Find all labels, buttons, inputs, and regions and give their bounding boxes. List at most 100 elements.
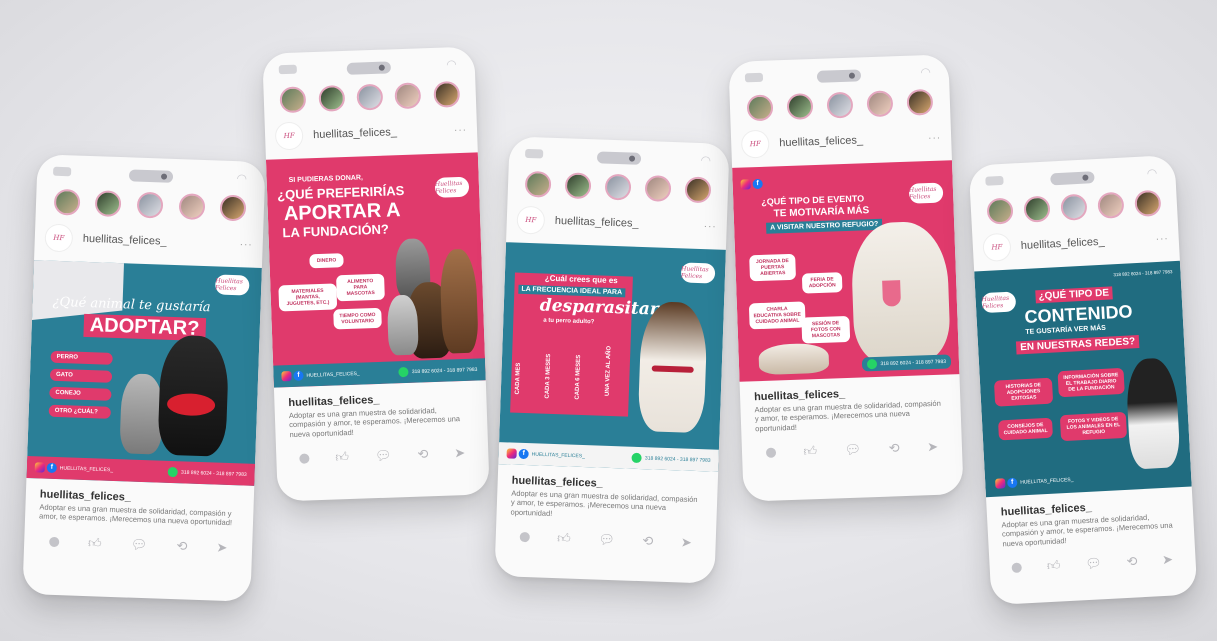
option-bubble: FERIA DE ADOPCIÓN xyxy=(801,272,843,294)
story-avatar[interactable] xyxy=(279,86,307,114)
post-header: HF huellitas_felices_ ··· xyxy=(506,204,727,242)
send-icon[interactable]: ➤ xyxy=(216,539,227,555)
camera-notch xyxy=(596,151,642,165)
profile-avatar[interactable]: HF xyxy=(740,129,770,159)
story-avatar[interactable] xyxy=(1097,191,1125,219)
story-avatar[interactable] xyxy=(1023,195,1051,223)
send-icon[interactable]: ➤ xyxy=(454,445,465,461)
post-image[interactable]: Huellitas Felices 318 892 6024 - 318 897… xyxy=(974,260,1192,498)
logo-badge: Huellitas Felices xyxy=(981,291,1017,314)
story-avatar[interactable] xyxy=(1134,189,1162,218)
repost-icon[interactable]: ⟲ xyxy=(176,538,187,554)
more-options-icon[interactable]: ··· xyxy=(704,221,717,232)
whatsapp-icon xyxy=(631,452,643,464)
story-avatar[interactable] xyxy=(866,90,894,118)
like-icon[interactable]: 👍︎ xyxy=(88,535,102,551)
profile-avatar[interactable]: HF xyxy=(516,205,546,235)
send-icon[interactable]: ➤ xyxy=(681,535,692,551)
comment-icon[interactable]: 💬︎ xyxy=(844,442,861,459)
profile-dot-icon[interactable] xyxy=(1011,562,1023,574)
story-avatar[interactable] xyxy=(906,88,934,116)
profile-avatar[interactable]: HF xyxy=(982,232,1012,263)
post-image[interactable]: Huellitas Felices ¿Qué animal te gustarí… xyxy=(26,260,262,486)
repost-icon[interactable]: ⟲ xyxy=(1126,554,1138,571)
cat-photo xyxy=(758,342,830,376)
like-icon[interactable]: 👍︎ xyxy=(803,443,817,459)
footer-handle: HUELLITAS_FELICES_ xyxy=(306,370,360,379)
repost-icon[interactable]: ⟲ xyxy=(417,446,428,462)
post-image[interactable]: Huellitas Felices SI PUDIERAS DONAR, ¿QU… xyxy=(265,152,486,388)
story-avatar[interactable] xyxy=(394,82,422,110)
profile-avatar[interactable]: HF xyxy=(44,223,74,253)
option-bubble: JORNADA DE PUERTAS ABIERTAS xyxy=(749,253,797,282)
story-avatar[interactable] xyxy=(136,191,164,219)
send-icon[interactable]: ➤ xyxy=(927,439,938,455)
post-question-line2: CONTENIDO xyxy=(1024,301,1133,327)
facebook-icon: f xyxy=(293,370,304,381)
profile-dot-icon[interactable] xyxy=(48,536,59,547)
story-avatar[interactable] xyxy=(219,194,247,222)
story-avatar[interactable] xyxy=(786,93,814,120)
stories-row xyxy=(263,80,476,114)
more-options-icon[interactable]: ··· xyxy=(240,239,253,250)
repost-icon[interactable]: ⟲ xyxy=(642,533,653,549)
stories-row xyxy=(730,88,951,122)
post-header: HF huellitas_felices_ ··· xyxy=(265,114,478,151)
post-username[interactable]: huellitas_felices_ xyxy=(555,215,704,232)
post-image[interactable]: Huellitas Felices f ¿QUÉ TIPO DE EVENTO … xyxy=(732,160,960,382)
story-avatar[interactable] xyxy=(317,85,345,112)
post-username[interactable]: huellitas_felices_ xyxy=(779,132,928,149)
profile-dot-icon[interactable] xyxy=(299,453,310,464)
footer-phone: 318 892 6024 - 318 897 7983 xyxy=(644,455,711,464)
comment-icon[interactable]: 💬︎ xyxy=(598,532,615,549)
post-username[interactable]: huellitas_felices_ xyxy=(313,124,454,141)
wifi-icon: ◠ xyxy=(700,152,712,168)
comment-icon[interactable]: 💬︎ xyxy=(1085,555,1102,572)
story-avatar[interactable] xyxy=(746,94,774,122)
like-icon[interactable]: 👍︎ xyxy=(557,530,571,546)
send-icon[interactable]: ➤ xyxy=(1162,552,1174,569)
story-avatar[interactable] xyxy=(356,83,384,111)
story-avatar[interactable] xyxy=(53,188,81,216)
story-avatar[interactable] xyxy=(1060,193,1088,221)
post-image[interactable]: Huellitas Felices ¿Cuál crees que es LA … xyxy=(498,242,726,472)
option-bubble: TIEMPO COMO VOLUNTARIO xyxy=(333,307,382,330)
like-icon[interactable]: 👍︎ xyxy=(1046,558,1060,575)
repost-icon[interactable]: ⟲ xyxy=(888,440,899,456)
option-bubble: ALIMENTO PARA MASCOTAS xyxy=(336,273,385,302)
story-avatar[interactable] xyxy=(604,173,632,201)
post-username[interactable]: huellitas_felices_ xyxy=(83,233,240,250)
comment-icon[interactable]: 💬︎ xyxy=(375,448,392,465)
story-avatar[interactable] xyxy=(684,176,712,204)
like-icon[interactable]: 👍︎ xyxy=(335,449,349,465)
option-bubble: CHARLA EDUCATIVA SOBRE CUIDADO ANIMAL xyxy=(748,301,806,330)
stories-row xyxy=(970,189,1177,226)
story-avatar[interactable] xyxy=(826,91,854,119)
facebook-icon: f xyxy=(752,178,763,189)
stories-row xyxy=(36,188,265,222)
comment-icon[interactable]: 💬︎ xyxy=(130,536,148,553)
story-avatar[interactable] xyxy=(564,172,592,200)
option-bubble: MATERIALES (MANTAS, JUGUETES, ETC.) xyxy=(278,283,338,312)
story-avatar[interactable] xyxy=(178,193,206,221)
story-avatar[interactable] xyxy=(95,190,122,218)
signal-icon xyxy=(985,175,1004,186)
story-avatar[interactable] xyxy=(985,197,1014,225)
story-avatar[interactable] xyxy=(433,80,460,108)
profile-avatar[interactable]: HF xyxy=(274,121,304,151)
profile-dot-icon[interactable] xyxy=(765,447,777,459)
phone-mockup-donate: ◠ HF huellitas_felices_ ··· Huellitas Fe… xyxy=(262,46,490,502)
signal-icon xyxy=(525,148,544,159)
more-options-icon[interactable]: ··· xyxy=(928,132,941,143)
post-username[interactable]: huellitas_felices_ xyxy=(1021,233,1156,252)
whatsapp-icon xyxy=(867,358,878,370)
more-options-icon[interactable]: ··· xyxy=(1155,233,1169,245)
profile-dot-icon[interactable] xyxy=(519,532,530,543)
status-bar: ◠ xyxy=(262,46,475,83)
signal-icon xyxy=(278,64,297,75)
more-options-icon[interactable]: ··· xyxy=(454,124,467,135)
story-avatar[interactable] xyxy=(644,175,672,202)
wifi-icon: ◠ xyxy=(236,171,248,186)
story-avatar[interactable] xyxy=(524,170,552,198)
contact-phone-top: 318 892 6024 - 318 897 7983 xyxy=(1113,269,1173,278)
